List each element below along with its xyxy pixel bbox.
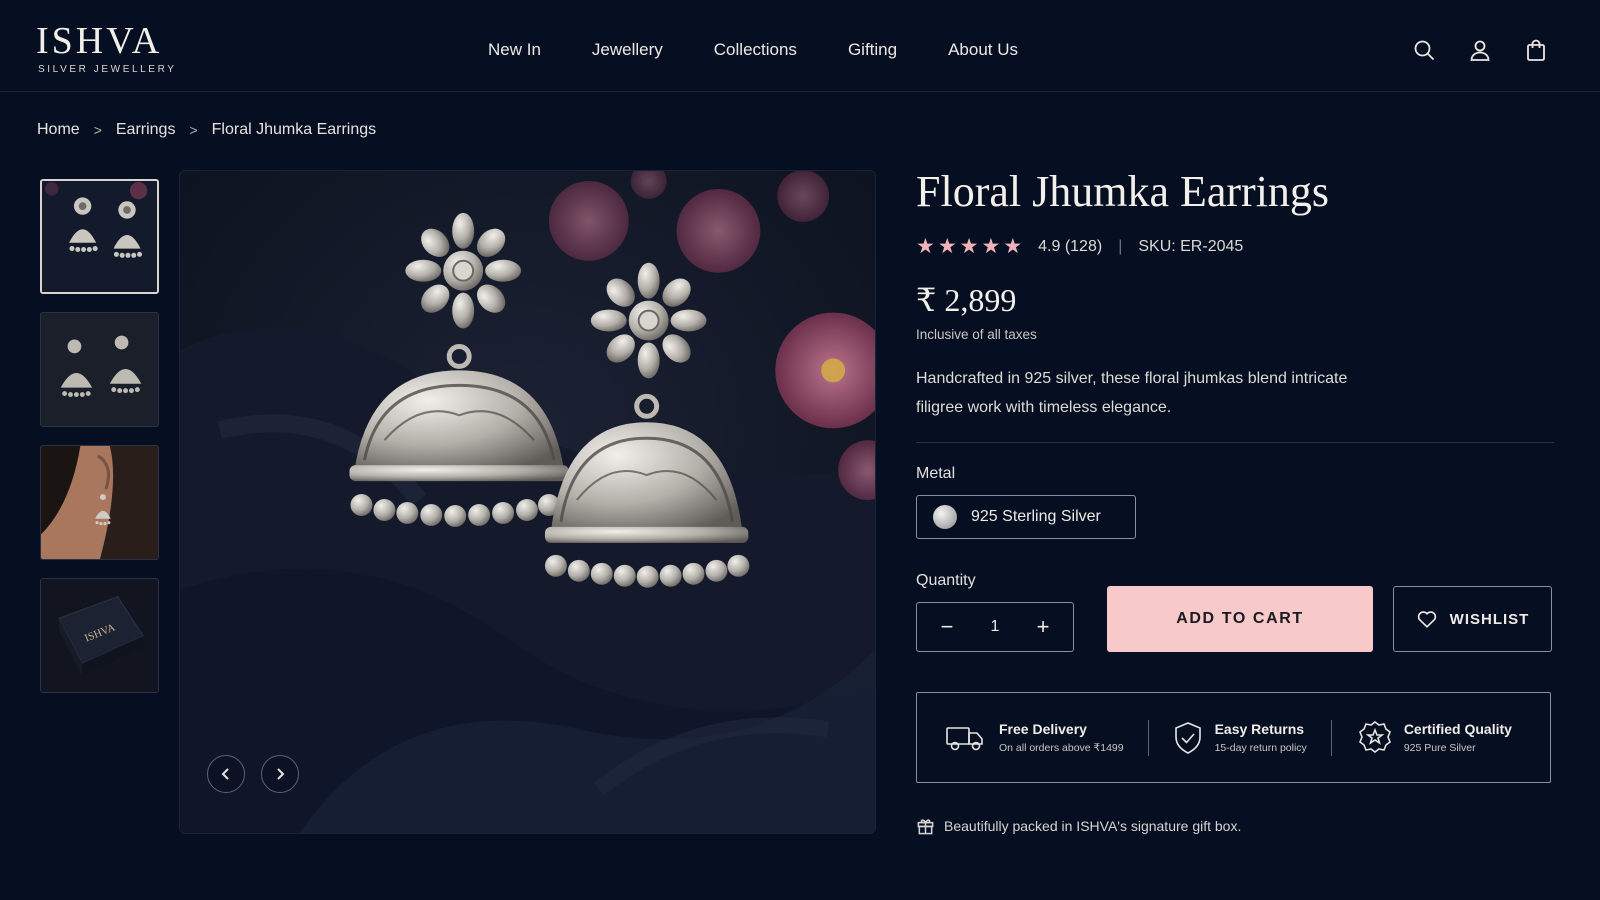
feature-free-delivery: Free Delivery On all orders above ₹1499 (945, 721, 1124, 754)
nav-item-gifting[interactable]: Gifting (848, 40, 897, 60)
feature-subtitle: On all orders above ₹1499 (999, 742, 1124, 754)
feature-divider (1147, 719, 1149, 756)
rating-separator: | (1118, 237, 1123, 255)
star-icon: ★ (937, 235, 957, 259)
nav-item-collections[interactable]: Collections (714, 40, 797, 60)
star-icon: ★ (959, 235, 979, 259)
rating-text[interactable]: 4.9 (128) (1038, 238, 1102, 256)
chevron-right-icon (277, 768, 285, 780)
heart-icon (1417, 611, 1436, 628)
metal-option-sterling-silver[interactable]: 925 Sterling Silver (916, 495, 1136, 540)
thumb-worn-view[interactable] (40, 445, 159, 560)
rating-row: ★ ★ ★ ★ ★ 4.9 (128) | SKU: ER-2045 (916, 236, 1556, 257)
feature-title: Certified Quality (1403, 721, 1512, 737)
breadcrumb-home[interactable]: Home (37, 121, 80, 139)
quantity-label: Quantity (916, 572, 976, 589)
gift-note-text: Beautifully packed in ISHVA's signature … (944, 817, 1242, 834)
brand-name: ISHVA (36, 20, 163, 62)
feature-title: Easy Returns (1214, 721, 1305, 737)
brand-tagline: SILVER JEWELLERY (38, 64, 177, 75)
nav-item-about-us[interactable]: About Us (948, 40, 1018, 60)
main-product-image[interactable] (179, 170, 876, 834)
product-sku: SKU: ER-2045 (1138, 237, 1244, 255)
quantity-increase-button[interactable]: + (1033, 616, 1053, 638)
breadcrumb-current: Floral Jhumka Earrings (211, 121, 377, 138)
prev-image-button[interactable] (207, 755, 245, 793)
quantity-decrease-button[interactable]: − (937, 616, 957, 638)
breadcrumb-separator: > (189, 122, 198, 138)
star-icon: ★ (981, 235, 1001, 259)
breadcrumb: Home > Earrings > Floral Jhumka Earrings (37, 121, 376, 139)
nav-item-jewellery[interactable]: Jewellery (592, 40, 663, 60)
feature-title: Free Delivery (999, 721, 1087, 737)
main-nav: New In Jewellery Collections Gifting Abo… (488, 40, 1069, 60)
nav-item-new-in[interactable]: New In (488, 40, 541, 60)
brand-logo[interactable]: ISHVA SILVER JEWELLERY (36, 22, 177, 75)
metal-label: Metal (916, 465, 956, 483)
breadcrumb-separator: > (93, 122, 102, 138)
user-icon[interactable] (1468, 38, 1492, 62)
thumb-gift-box[interactable]: ISHVA (40, 578, 159, 693)
next-image-button[interactable] (261, 755, 299, 793)
shield-check-icon (1174, 721, 1201, 754)
quantity-stepper: − 1 + (916, 602, 1074, 652)
gift-icon (917, 819, 934, 835)
add-to-cart-button[interactable]: ADD TO CART (1107, 586, 1373, 652)
gift-note: Beautifully packed in ISHVA's signature … (916, 816, 1241, 835)
thumb-side-view[interactable] (40, 312, 159, 427)
certified-badge-icon (1358, 720, 1391, 753)
rating-stars: ★ ★ ★ ★ ★ (916, 236, 1022, 257)
feature-subtitle: 925 Pure Silver (1403, 742, 1476, 754)
header-actions (1412, 38, 1548, 62)
star-icon: ★ (1003, 235, 1023, 259)
product-description: Handcrafted in 925 silver, these floral … (916, 370, 1348, 417)
product-price: ₹ 2,899 (916, 282, 1017, 319)
thumb-front-view[interactable] (40, 179, 159, 294)
feature-easy-returns: Easy Returns 15-day return policy (1173, 721, 1307, 755)
section-divider (916, 442, 1554, 444)
tax-note: Inclusive of all taxes (916, 327, 1037, 343)
star-icon: ★ (916, 235, 935, 259)
feature-certified-quality: Certified Quality 925 Pure Silver (1358, 720, 1512, 756)
wishlist-label: WISHLIST (1449, 610, 1530, 628)
feature-divider (1330, 719, 1332, 756)
chevron-left-icon (221, 768, 229, 780)
thumbnail-list: ISHVA (40, 179, 159, 711)
shopping-bag-icon[interactable] (1524, 38, 1548, 62)
quantity-value[interactable]: 1 (991, 618, 1000, 636)
silver-swatch-icon (933, 505, 957, 530)
site-header: ISHVA SILVER JEWELLERY New In Jewellery … (0, 0, 1600, 92)
feature-subtitle: 15-day return policy (1214, 742, 1307, 754)
truck-icon (946, 726, 983, 750)
product-title: Floral Jhumka Earrings (916, 167, 1330, 216)
search-icon[interactable] (1412, 38, 1436, 62)
metal-option-label: 925 Sterling Silver (971, 508, 1101, 526)
features-panel: Free Delivery On all orders above ₹1499 … (916, 692, 1551, 783)
product-info: Floral Jhumka Earrings ★ ★ ★ ★ ★ 4.9 (12… (916, 167, 1556, 835)
breadcrumb-earrings[interactable]: Earrings (116, 121, 176, 139)
wishlist-button[interactable]: WISHLIST (1393, 586, 1552, 652)
